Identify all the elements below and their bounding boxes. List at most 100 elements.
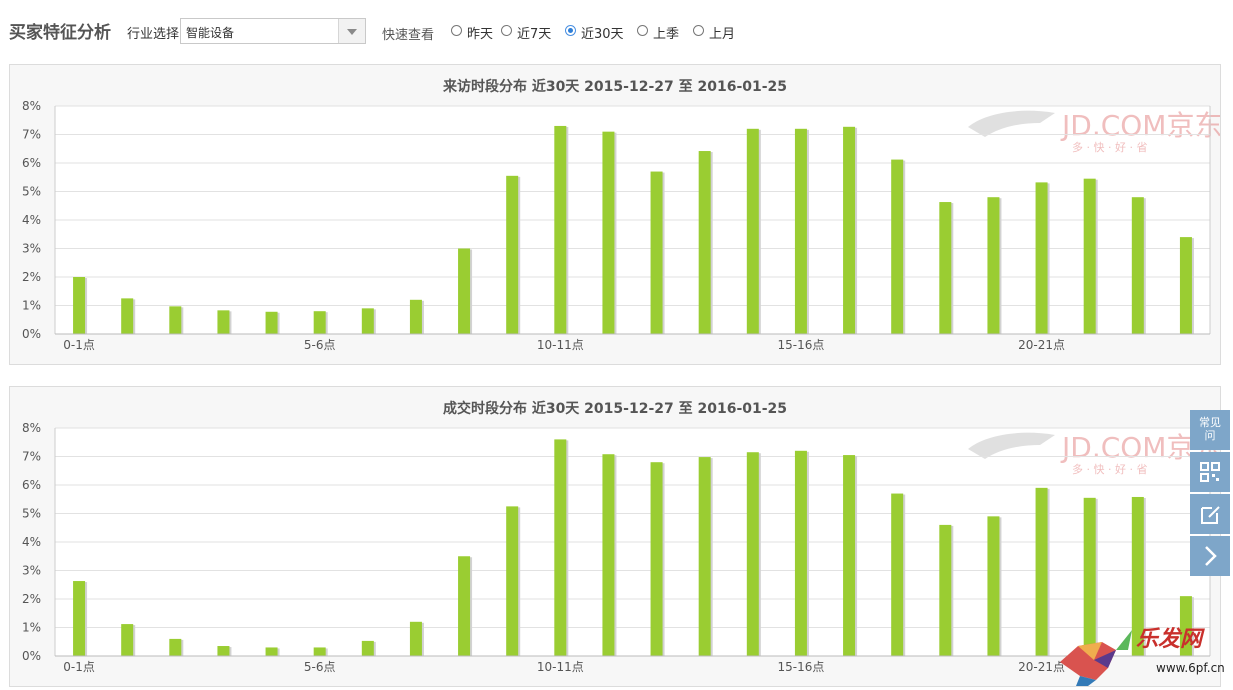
y-tick-label: 1%: [22, 299, 41, 313]
bull-logo-icon: [1060, 630, 1132, 686]
y-tick-label: 3%: [22, 564, 41, 578]
bar: [602, 131, 615, 334]
faq-button[interactable]: 常见问: [1190, 410, 1230, 450]
bar: [843, 455, 856, 656]
chart-title: 来访时段分布 近30天 2015-12-27 至 2016-01-25: [442, 78, 787, 95]
site-watermark-url: www.6pf.cn: [1156, 661, 1225, 675]
bar: [746, 452, 759, 656]
industry-label: 行业选择: [127, 27, 180, 42]
site-watermark: 乐发网 www.6pf.cn: [1060, 626, 1225, 686]
bar: [1035, 487, 1048, 656]
site-watermark-text: 乐发网: [1136, 626, 1205, 652]
radio-label: 近7天: [517, 27, 552, 42]
bar: [987, 197, 1000, 334]
x-tick-label: 5-6点: [304, 660, 336, 674]
chart-title: 成交时段分布 近30天 2015-12-27 至 2016-01-25: [443, 400, 787, 417]
bar: [313, 311, 326, 334]
bar: [458, 556, 471, 656]
x-tick-label: 10-11点: [537, 338, 584, 352]
bar: [1131, 197, 1144, 334]
x-tick-label: 0-1点: [63, 660, 95, 674]
bar: [265, 647, 278, 656]
bar: [939, 202, 952, 334]
y-tick-label: 5%: [22, 507, 41, 521]
y-tick-label: 4%: [22, 535, 41, 549]
y-tick-label: 7%: [22, 450, 41, 464]
y-tick-label: 8%: [22, 99, 41, 113]
order-chart-panel: 成交时段分布 近30天 2015-12-27 至 2016-01-25 JD.CO…: [9, 386, 1223, 687]
bar: [987, 516, 1000, 656]
feedback-button[interactable]: [1190, 494, 1230, 534]
bar: [698, 457, 711, 656]
visit-chart-panel: 来访时段分布 近30天 2015-12-27 至 2016-01-25 JD.CO…: [9, 64, 1223, 365]
industry-select[interactable]: 智能设备: [180, 18, 366, 44]
toolbar: 买家特征分析 行业选择 智能设备 快速查看 昨天 近7天 近30天 上季 上月: [0, 0, 1233, 60]
y-tick-label: 6%: [22, 156, 41, 170]
y-tick-label: 7%: [22, 128, 41, 142]
bar: [121, 298, 134, 334]
y-tick-label: 0%: [22, 649, 41, 663]
bar: [361, 640, 374, 656]
quick-view-label: 快速查看: [382, 28, 435, 43]
bar: [602, 454, 615, 656]
bar: [1035, 182, 1048, 334]
radio-circle-icon[interactable]: [501, 25, 512, 36]
x-tick-label: 5-6点: [304, 338, 336, 352]
radio-label: 上月: [709, 27, 736, 42]
y-tick-label: 0%: [22, 327, 41, 341]
edit-icon: [1201, 506, 1220, 524]
jd-watermark-slogan: 多 · 快 · 好 · 省: [1072, 462, 1147, 476]
qr-code-button[interactable]: [1190, 452, 1230, 492]
bar: [73, 581, 86, 656]
radio-circle-icon[interactable]: [693, 25, 704, 36]
bar: [650, 171, 663, 334]
chevron-down-icon[interactable]: [338, 19, 365, 43]
bar: [506, 506, 519, 656]
bar: [1083, 178, 1096, 334]
bar: [409, 299, 422, 334]
bar: [121, 624, 134, 656]
x-tick-label: 10-11点: [537, 660, 584, 674]
qr-code-icon: [1200, 462, 1220, 482]
bar: [169, 306, 182, 334]
bar: [506, 175, 519, 334]
radio-label: 上季: [653, 27, 680, 42]
bar: [1179, 237, 1192, 334]
radio-label: 昨天: [467, 27, 494, 42]
collapse-button[interactable]: [1190, 536, 1230, 576]
bar: [698, 151, 711, 334]
bar: [313, 647, 326, 656]
bar: [891, 493, 904, 656]
y-tick-label: 4%: [22, 213, 41, 227]
y-tick-label: 2%: [22, 592, 41, 606]
industry-select-value: 智能设备: [186, 26, 235, 40]
bar: [169, 638, 182, 656]
bar: [939, 524, 952, 656]
faq-label: 常见问: [1199, 416, 1221, 442]
x-tick-label: 15-16点: [778, 338, 825, 352]
radio-circle-icon[interactable]: [637, 25, 648, 36]
bar: [794, 128, 807, 334]
jd-watermark-brand: JD.COM京东: [1060, 109, 1220, 142]
radio-circle-icon[interactable]: [451, 25, 462, 36]
y-tick-label: 3%: [22, 242, 41, 256]
bar: [794, 450, 807, 656]
bar: [554, 439, 567, 656]
radio-circle-icon[interactable]: [565, 25, 576, 36]
bar: [458, 248, 471, 334]
chevron-right-icon: [1205, 546, 1217, 566]
x-tick-label: 0-1点: [63, 338, 95, 352]
bar: [73, 277, 86, 334]
visit-time-chart: 来访时段分布 近30天 2015-12-27 至 2016-01-25 JD.CO…: [22, 78, 1223, 352]
y-tick-label: 8%: [22, 421, 41, 435]
y-tick-label: 5%: [22, 185, 41, 199]
bar: [217, 646, 230, 656]
bar: [891, 159, 904, 334]
page-title: 买家特征分析: [9, 23, 111, 43]
x-tick-label: 15-16点: [778, 660, 825, 674]
jd-watermark-slogan: 多 · 快 · 好 · 省: [1072, 140, 1147, 154]
bar: [554, 125, 567, 334]
y-tick-label: 6%: [22, 478, 41, 492]
order-time-chart: 成交时段分布 近30天 2015-12-27 至 2016-01-25JD.CO…: [22, 400, 1223, 674]
x-tick-label: 20-21点: [1018, 338, 1065, 352]
